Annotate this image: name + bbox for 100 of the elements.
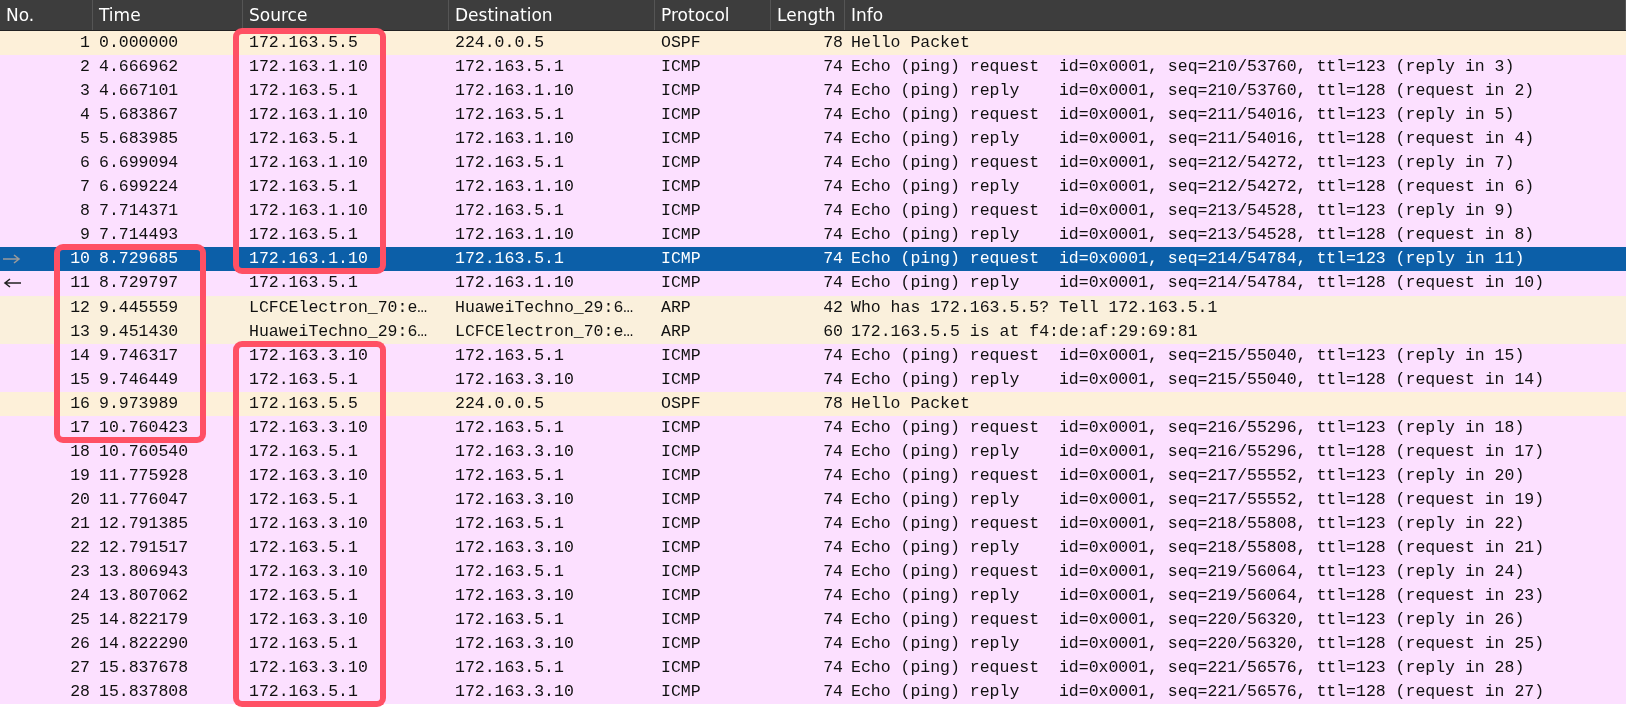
table-cell: 74 [823,513,843,533]
column-header[interactable]: Info [845,0,1626,30]
packet-row[interactable]: 3 4.667101 172.163.5.1 172.163.1.10 ICMP 74 Echo (ping) reply id=0x0001, seq=210/53760, ttl=128 (request in 2) [0,79,1626,104]
table-cell: 74 [823,345,843,365]
packet-row[interactable]: 25 14.822179 172.163.3.10 172.163.5.1 ICMP 74 Echo (ping) request id=0x0001, seq=220/56320, ttl=123 (reply in 26) [0,608,1626,633]
table-cell: 172.163.5.1 [249,682,358,702]
table-cell: HuaweiTechno_29:6… [249,321,428,341]
column-header[interactable]: Source [243,0,449,30]
table-cell: 172.163.1.10 [249,57,368,77]
table-cell: 74 [823,201,843,221]
table-cell: 5.683985 [99,129,179,149]
packet-row[interactable]: 14 9.746317 172.163.3.10 172.163.5.1 ICMP 74 Echo (ping) request id=0x0001, seq=215/55040, ttl=123 (reply in 15) [0,343,1626,368]
table-cell: 172.163.1.10 [249,249,368,269]
table-cell: 74 [823,129,843,149]
table-cell: 172.163.3.10 [249,417,368,437]
table-cell: Echo (ping) request id=0x0001, seq=215/55040, ttl=123 (reply in 15) [851,345,1525,365]
table-cell: Echo (ping) request id=0x0001, seq=219/56064, ttl=123 (reply in 24) [851,562,1525,582]
packet-row[interactable]: 16 9.973989 172.163.5.5 224.0.0.5 OSPF 78 Hello Packet [0,391,1626,416]
table-cell-text: 21 [70,512,90,535]
packet-row[interactable]: 7 6.699224 172.163.5.1 172.163.1.10 ICMP 74 Echo (ping) reply id=0x0001, seq=212/54272, ttl=128 (request in 6) [0,175,1626,200]
packet-row[interactable]: 19 11.775928 172.163.3.10 172.163.5.1 ICMP 74 Echo (ping) request id=0x0001, seq=217/55552, ttl=123 (reply in 20) [0,463,1626,488]
table-cell: 74 [823,538,843,557]
table-cell: 7.714371 [99,201,179,221]
table-cell-text: 5 [80,128,90,151]
table-cell: 13.806943 [99,562,189,582]
packet-row[interactable]: 21 12.791385 172.163.3.10 172.163.5.1 ICMP 74 Echo (ping) request id=0x0001, seq=218/55808, ttl=123 (reply in 22) [0,511,1626,536]
table-cell: 11.775928 [99,465,189,485]
table-cell: Echo (ping) reply id=0x0001, seq=214/54784, ttl=128 (request in 10) [851,273,1545,293]
table-cell: Echo (ping) request id=0x0001, seq=220/56320, ttl=123 (reply in 26) [851,610,1525,630]
table-cell: 172.163.5.1 [455,153,564,173]
table-cell: ICMP [661,369,701,389]
table-cell: Echo (ping) request id=0x0001, seq=212/54272, ttl=123 (reply in 7) [851,153,1515,173]
packet-row[interactable]: 5 5.683985 172.163.5.1 172.163.1.10 ICMP 74 Echo (ping) reply id=0x0001, seq=211/54016, ttl=128 (request in 4) [0,127,1626,152]
table-cell: LCFCElectron_70:e… [249,297,428,317]
table-cell-text: 16 [70,392,90,415]
packet-row[interactable]: 2 4.666962 172.163.1.10 172.163.5.1 ICMP 74 Echo (ping) request id=0x0001, seq=210/53760, ttl=123 (reply in 3) [0,55,1626,80]
table-cell: 172.163.5.1 [249,441,358,461]
table-cell: 42 [823,297,843,317]
table-cell: 172.163.3.10 [455,369,574,389]
table-cell: ICMP [661,441,701,461]
table-cell: Echo (ping) reply id=0x0001, seq=219/56064, ttl=128 (request in 23) [851,586,1545,606]
table-cell: 172.163.1.10 [455,273,574,293]
packet-row[interactable]: 22 12.791517 172.163.5.1 172.163.3.10 ICMP 74 Echo (ping) reply id=0x0001, seq=218/55808, ttl=128 (request in 21) [0,536,1626,561]
table-cell: 172.163.3.10 [455,489,574,509]
table-cell: 172.163.5.1 [455,658,564,678]
table-cell: 8.729797 [99,273,179,293]
table-cell: ICMP [661,610,701,630]
table-cell: 172.163.3.10 [249,610,368,630]
packet-row[interactable]: 28 15.837808 172.163.5.1 172.163.3.10 ICMP 74 Echo (ping) reply id=0x0001, seq=221/56576, ttl=128 (request in 27) [0,680,1626,705]
column-header[interactable]: Time [93,0,243,30]
column-header[interactable]: No. [0,0,93,30]
packet-row[interactable]: 24 13.807062 172.163.5.1 172.163.3.10 ICMP 74 Echo (ping) reply id=0x0001, seq=219/56064, ttl=128 (request in 23) [0,584,1626,609]
packet-row[interactable]: 27 15.837678 172.163.3.10 172.163.5.1 ICMP 74 Echo (ping) request id=0x0001, seq=221/56576, ttl=123 (reply in 28) [0,656,1626,681]
packet-row[interactable]: 8 7.714371 172.163.1.10 172.163.5.1 ICMP 74 Echo (ping) request id=0x0001, seq=213/54528, ttl=123 (reply in 9) [0,199,1626,224]
table-cell: 172.163.5.1 [249,369,358,389]
packet-row[interactable]: 26 14.822290 172.163.5.1 172.163.3.10 ICMP 74 Echo (ping) reply id=0x0001, seq=220/56320, ttl=128 (request in 25) [0,632,1626,657]
table-cell: 9.973989 [99,393,179,413]
table-cell: 12.791517 [99,538,189,557]
table-cell: 14.822179 [99,610,189,630]
table-cell: ICMP [661,586,701,606]
packet-row[interactable]: 15 9.746449 172.163.5.1 172.163.3.10 ICMP 74 Echo (ping) reply id=0x0001, seq=215/55040, ttl=128 (request in 14) [0,367,1626,392]
table-cell: 10.760423 [99,417,189,437]
table-cell: ARP [661,297,691,317]
table-cell: ICMP [661,345,701,365]
table-cell: 172.163.3.10 [455,538,574,557]
table-cell: Hello Packet [851,393,970,413]
packet-row[interactable]: 18 10.760540 172.163.5.1 172.163.3.10 ICMP 74 Echo (ping) reply id=0x0001, seq=216/55296, ttl=128 (request in 17) [0,439,1626,464]
packet-row[interactable]: 6 6.699094 172.163.1.10 172.163.5.1 ICMP 74 Echo (ping) request id=0x0001, seq=212/54272, ttl=123 (reply in 7) [0,151,1626,176]
table-cell: 172.163.1.10 [249,153,368,173]
packet-row[interactable]: 12 9.445559 LCFCElectron_70:e… HuaweiTechno_29:6… ARP 42 Who has 172.163.5.5? Tell 172.163.5.1 [0,295,1626,320]
packet-row[interactable]: 10 8.729685 172.163.1.10 172.163.5.1 ICMP 74 Echo (ping) request id=0x0001, seq=214/54784, ttl=123 (reply in 11) [0,247,1626,272]
table-cell: 172.163.5.5 is at f4:de:af:29:69:81 [851,321,1198,341]
table-cell: HuaweiTechno_29:6… [455,297,634,317]
table-cell: 15.837678 [99,658,189,678]
column-header[interactable]: Destination [449,0,655,30]
table-cell: 172.163.5.1 [455,610,564,630]
packet-row[interactable]: 23 13.806943 172.163.3.10 172.163.5.1 ICMP 74 Echo (ping) request id=0x0001, seq=219/56064, ttl=123 (reply in 24) [0,560,1626,585]
table-cell: 74 [823,153,843,173]
table-cell: ICMP [661,489,701,509]
packet-row[interactable]: 1 0.000000 172.163.5.5 224.0.0.5 OSPF 78 Hello Packet [0,31,1626,56]
packet-row[interactable]: 17 10.760423 172.163.3.10 172.163.5.1 ICMP 74 Echo (ping) request id=0x0001, seq=216/55296, ttl=123 (reply in 18) [0,415,1626,440]
table-cell: 12.791385 [99,513,189,533]
table-cell: 74 [823,81,843,101]
packet-row[interactable]: 11 8.729797 172.163.5.1 172.163.1.10 ICMP 74 Echo (ping) reply id=0x0001, seq=214/54784, ttl=128 (request in 10) [0,271,1626,296]
column-header[interactable]: Length [771,0,845,30]
table-cell: 172.163.5.1 [249,81,358,101]
column-header[interactable]: Protocol [655,0,771,30]
packet-row[interactable]: 9 7.714493 172.163.5.1 172.163.1.10 ICMP 74 Echo (ping) reply id=0x0001, seq=213/54528, ttl=128 (request in 8) [0,223,1626,248]
table-cell: Echo (ping) reply id=0x0001, seq=217/55552, ttl=128 (request in 19) [851,489,1545,509]
packet-row[interactable]: 13 9.451430 HuaweiTechno_29:6… LCFCElectron_70:e… ARP 60 172.163.5.5 is at f4:de:af:29:69:81 [0,319,1626,344]
table-cell: 6.699224 [99,177,179,197]
table-cell: Who has 172.163.5.5? Tell 172.163.5.1 [851,297,1218,317]
packet-row[interactable]: 4 5.683867 172.163.1.10 172.163.5.1 ICMP 74 Echo (ping) request id=0x0001, seq=211/54016, ttl=123 (reply in 5) [0,103,1626,128]
table-cell: ICMP [661,682,701,702]
packet-row[interactable]: 20 11.776047 172.163.5.1 172.163.3.10 ICMP 74 Echo (ping) reply id=0x0001, seq=217/55552, ttl=128 (request in 19) [0,487,1626,512]
table-cell: 172.163.5.1 [455,201,564,221]
table-cell: 172.163.3.10 [249,345,368,365]
table-cell-text: 26 [70,633,90,656]
table-cell: 11.776047 [99,489,189,509]
table-cell: Echo (ping) reply id=0x0001, seq=210/53760, ttl=128 (request in 2) [851,81,1535,101]
